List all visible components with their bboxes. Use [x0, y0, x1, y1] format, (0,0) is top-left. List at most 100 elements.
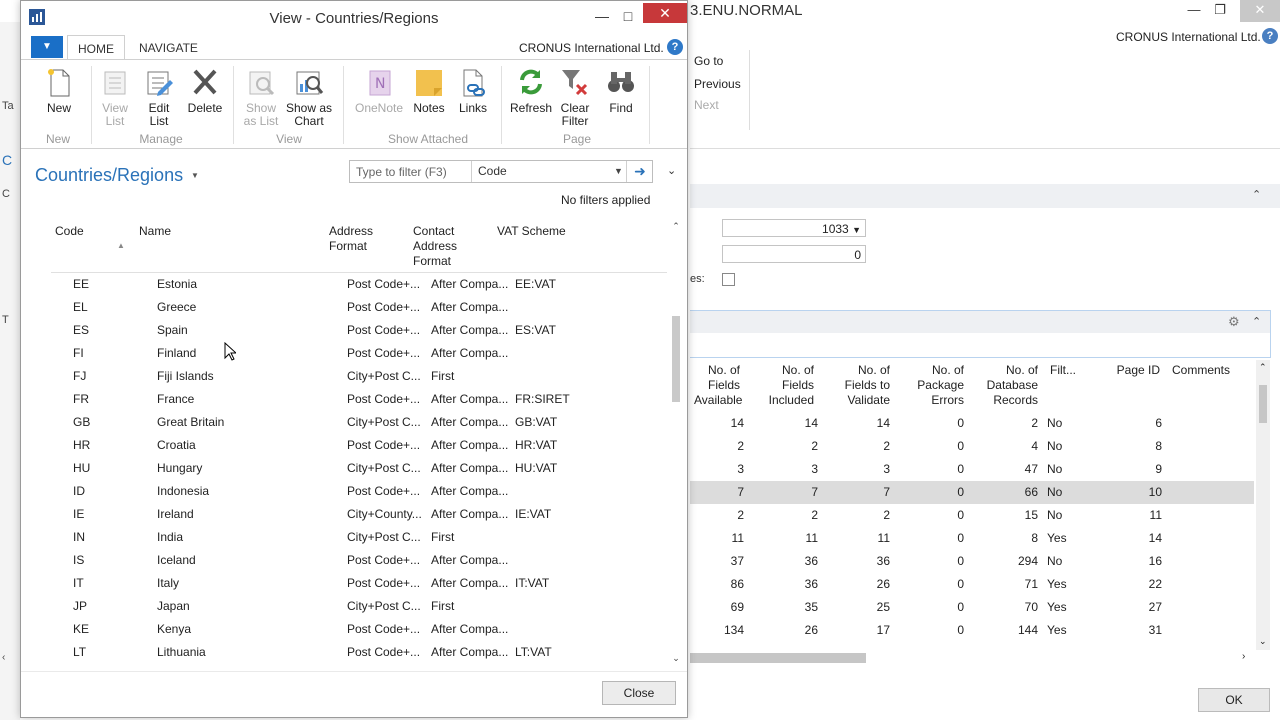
background-scroll-thumb[interactable]	[1259, 385, 1267, 423]
maximize-icon[interactable]: □	[613, 5, 643, 27]
column-header-filter[interactable]: Filt...	[1050, 363, 1080, 378]
table-row[interactable]: 37 36 36 0 294 No 16	[690, 550, 1254, 573]
cell-name[interactable]: Great Britain	[157, 415, 224, 429]
cell-page-id[interactable]: 6	[1155, 416, 1162, 430]
filter-input[interactable]	[350, 161, 472, 182]
cell-fields-included[interactable]: 2	[811, 508, 818, 522]
clear-filter-button[interactable]: Clear Filter	[549, 66, 601, 128]
cell-contact-address-format[interactable]: After Compa...	[431, 553, 508, 567]
cell-page-id[interactable]: 31	[1149, 623, 1162, 637]
cell-name[interactable]: Fiji Islands	[157, 369, 214, 383]
cell-address-format[interactable]: Post Code+...	[347, 300, 420, 314]
table-row[interactable]: EL Greece Post Code+... After Compa...	[51, 296, 667, 319]
cell-code[interactable]: HR	[73, 438, 90, 452]
column-header-name[interactable]: Name	[139, 224, 171, 239]
cell-address-format[interactable]: Post Code+...	[347, 622, 420, 636]
help-icon[interactable]: ?	[667, 39, 683, 55]
cell-filter[interactable]: No	[1047, 485, 1062, 499]
cell-database-records[interactable]: 66	[1025, 485, 1038, 499]
cell-name[interactable]: Greece	[157, 300, 196, 314]
cell-address-format[interactable]: Post Code+...	[347, 645, 420, 659]
cell-contact-address-format[interactable]: First	[431, 530, 454, 544]
cell-package-errors[interactable]: 0	[957, 416, 964, 430]
column-header-comments[interactable]: Comments	[1172, 363, 1236, 378]
cell-filter[interactable]: No	[1047, 439, 1062, 453]
cell-fields-available[interactable]: 11	[732, 531, 744, 545]
restore-icon[interactable]: ❐	[1206, 0, 1234, 22]
cell-fields-available[interactable]: 69	[731, 600, 744, 614]
table-row[interactable]: IT Italy Post Code+... After Compa... IT:VAT	[51, 572, 667, 595]
cell-fields-included[interactable]: 14	[805, 416, 818, 430]
cell-address-format[interactable]: City+Post C...	[347, 415, 421, 429]
cell-fields-available[interactable]: 2	[737, 439, 744, 453]
cell-filter[interactable]: Yes	[1047, 577, 1067, 591]
cell-name[interactable]: Croatia	[157, 438, 196, 452]
links-button[interactable]: Links	[447, 66, 499, 115]
table-row[interactable]: GB Great Britain City+Post C... After Compa…	[51, 411, 667, 434]
cell-filter[interactable]: Yes	[1047, 623, 1067, 637]
cell-fields-available[interactable]: 14	[731, 416, 744, 430]
cell-fields-included[interactable]: 35	[805, 600, 818, 614]
background-vertical-scrollbar[interactable]: ⌃ ⌄	[1256, 360, 1270, 650]
cell-fields-included[interactable]: 36	[805, 554, 818, 568]
table-row[interactable]: EE Estonia Post Code+... After Compa... EE:V…	[51, 273, 667, 296]
title-dropdown-icon[interactable]: ▼	[191, 171, 199, 180]
column-header-contact-address-format[interactable]: Contact Address Format	[413, 224, 457, 269]
cell-page-id[interactable]: 11	[1150, 508, 1162, 522]
tab-navigate[interactable]: NAVIGATE	[129, 35, 208, 59]
cell-fields-available[interactable]: 3	[737, 462, 744, 476]
column-header-package-errors[interactable]: No. of Package Errors	[912, 363, 964, 408]
cell-code[interactable]: ID	[73, 484, 85, 498]
cell-address-format[interactable]: Post Code+...	[347, 484, 420, 498]
column-header-code[interactable]: Code	[55, 224, 84, 239]
cell-name[interactable]: Kenya	[157, 622, 191, 636]
table-row[interactable]: ID Indonesia Post Code+... After Compa...	[51, 480, 667, 503]
cell-name[interactable]: Indonesia	[157, 484, 209, 498]
column-header-address-format[interactable]: Address Format	[329, 224, 373, 254]
language-field[interactable]: 1033 ▼	[722, 219, 866, 237]
apply-filter-arrow-icon[interactable]: ➜	[626, 161, 653, 182]
cell-address-format[interactable]: City+Post C...	[347, 461, 421, 475]
cell-page-id[interactable]: 27	[1149, 600, 1162, 614]
page-title[interactable]: Countries/Regions	[35, 165, 183, 186]
cell-address-format[interactable]: Post Code+...	[347, 576, 420, 590]
cell-code[interactable]: JP	[73, 599, 87, 613]
cell-code[interactable]: IE	[73, 507, 84, 521]
cell-name[interactable]: Italy	[157, 576, 179, 590]
cell-name[interactable]: India	[157, 530, 183, 544]
table-row[interactable]: 14 14 14 0 2 No 6	[690, 412, 1254, 435]
column-header-fields-available[interactable]: No. of Fields Available	[694, 363, 742, 408]
table-row[interactable]: IS Iceland Post Code+... After Compa...	[51, 549, 667, 572]
cell-database-records[interactable]: 47	[1025, 462, 1038, 476]
close-button[interactable]: Close	[602, 681, 676, 705]
cell-address-format[interactable]: Post Code+...	[347, 277, 420, 291]
cell-package-errors[interactable]: 0	[957, 439, 964, 453]
cell-vat-scheme[interactable]: EE:VAT	[515, 277, 556, 291]
new-button[interactable]: New	[33, 66, 85, 115]
application-menu-button[interactable]: ▼	[31, 36, 63, 58]
background-horizontal-scrollbar[interactable]: ›	[690, 650, 1256, 666]
table-row[interactable]: IE Ireland City+County... After Compa... IE:…	[51, 503, 667, 526]
column-header-vat-scheme[interactable]: VAT Scheme	[497, 224, 566, 239]
cell-fields-to-validate[interactable]: 2	[883, 508, 890, 522]
cell-vat-scheme[interactable]: HR:VAT	[515, 438, 557, 452]
cell-fields-available[interactable]: 7	[737, 485, 744, 499]
cell-name[interactable]: Finland	[157, 346, 196, 360]
dialog-close-icon[interactable]: ✕	[643, 3, 687, 23]
cell-code[interactable]: FI	[73, 346, 84, 360]
cell-address-format[interactable]: Post Code+...	[347, 553, 420, 567]
table-row[interactable]: ES Spain Post Code+... After Compa... ES:VAT	[51, 319, 667, 342]
cell-fields-included[interactable]: 36	[805, 577, 818, 591]
numeric-field[interactable]: 0	[722, 245, 866, 263]
lines-fasttab-header[interactable]: ⚙ ⌃	[690, 311, 1270, 333]
cell-fields-included[interactable]: 2	[811, 439, 818, 453]
table-row[interactable]: 11 11 11 0 8 Yes 14	[690, 527, 1254, 550]
scroll-thumb[interactable]	[672, 316, 680, 402]
cell-database-records[interactable]: 4	[1031, 439, 1038, 453]
cell-fields-to-validate[interactable]: 7	[883, 485, 890, 499]
table-row[interactable]: 86 36 26 0 71 Yes 22	[690, 573, 1254, 596]
cell-contact-address-format[interactable]: After Compa...	[431, 323, 508, 337]
cell-database-records[interactable]: 71	[1025, 577, 1038, 591]
cell-vat-scheme[interactable]: HU:VAT	[515, 461, 557, 475]
chevron-down-icon[interactable]: ▼	[614, 166, 623, 176]
